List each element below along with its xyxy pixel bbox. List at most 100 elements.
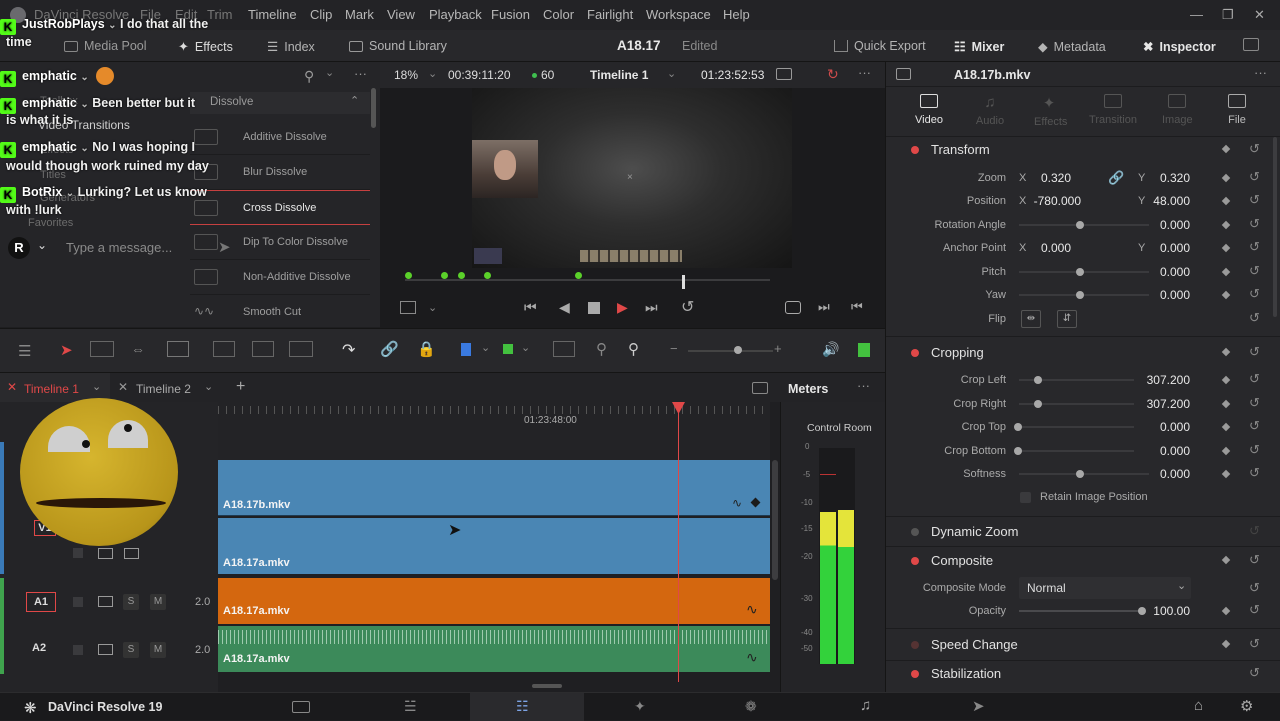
link-icon[interactable]: 🔗 xyxy=(1108,170,1124,186)
fullscreen-icon[interactable] xyxy=(1243,38,1259,51)
minimize-icon[interactable]: — xyxy=(1190,7,1203,22)
reset-icon[interactable]: ↺ xyxy=(1249,636,1260,652)
section-title-transform[interactable]: Transform xyxy=(931,142,990,157)
slider-handle[interactable] xyxy=(1014,447,1022,455)
section-title-stabilization[interactable]: Stabilization xyxy=(931,666,1001,681)
viewer-mode-icon[interactable] xyxy=(776,68,792,80)
cut-page-icon[interactable]: ☱ xyxy=(404,698,417,715)
slider-handle[interactable] xyxy=(734,346,742,354)
keyframe-icon[interactable] xyxy=(1221,375,1231,385)
flip-vertical-icon[interactable]: ⇵ xyxy=(1057,310,1077,328)
composite-enable-toggle[interactable] xyxy=(911,557,919,565)
keyframe-icon[interactable] xyxy=(1221,347,1231,357)
metadata-button[interactable]: ◆ Metadata xyxy=(1038,39,1106,55)
transition-item-non-additive-dissolve[interactable]: Non-Additive Dissolve xyxy=(190,260,370,295)
reset-icon[interactable]: ↺ xyxy=(1249,310,1260,326)
overwrite-clip-icon[interactable] xyxy=(252,341,274,357)
viewer-crop-icon[interactable] xyxy=(400,301,416,314)
chat-user-avatar[interactable]: R xyxy=(8,237,30,259)
solo-button[interactable]: S xyxy=(123,642,139,658)
pitch-slider[interactable] xyxy=(1019,271,1149,273)
marker-green[interactable] xyxy=(441,272,448,279)
menu-fusion[interactable]: Fusion xyxy=(491,7,530,22)
yaw-field[interactable]: 0.000 xyxy=(1140,288,1190,302)
chevron-down-icon[interactable]: ⌄ xyxy=(667,67,676,80)
speaker-icon[interactable]: 🔊 xyxy=(822,341,839,358)
reset-icon[interactable]: ↺ xyxy=(1249,665,1260,681)
slider-handle[interactable] xyxy=(1076,291,1084,299)
video-clip-v2[interactable] xyxy=(218,460,770,516)
stabilization-toggle[interactable] xyxy=(911,670,919,678)
audio-meter-icon[interactable] xyxy=(858,343,870,357)
tab-image[interactable]: Image xyxy=(1162,94,1193,126)
reset-icon[interactable]: ↺ xyxy=(1249,239,1260,255)
section-title-dynamic-zoom[interactable]: Dynamic Zoom xyxy=(931,524,1018,539)
composite-mode-select[interactable]: Normal ⌄ xyxy=(1019,577,1191,599)
quick-export-button[interactable]: Quick Export xyxy=(834,39,926,53)
transition-item-cross-dissolve[interactable]: Cross Dissolve xyxy=(190,190,370,225)
tab-file[interactable]: File xyxy=(1222,94,1252,126)
section-title-cropping[interactable]: Cropping xyxy=(931,345,984,360)
reset-icon[interactable]: ↺ xyxy=(1249,395,1260,411)
selection-tool-icon[interactable]: ➤ xyxy=(60,341,73,359)
auto-track-icon[interactable] xyxy=(98,644,113,655)
mute-button[interactable]: M xyxy=(150,642,166,658)
keyframe-icon[interactable] xyxy=(1221,555,1231,565)
mute-button[interactable]: M xyxy=(150,594,166,610)
chevron-down-icon[interactable]: ⌄ xyxy=(428,301,437,314)
reset-icon[interactable]: ↺ xyxy=(1249,552,1260,568)
menu-clip[interactable]: Clip xyxy=(310,7,332,22)
mixer-button[interactable]: ☷ Mixer xyxy=(954,39,1004,55)
slider-handle[interactable] xyxy=(1014,423,1022,431)
crop-right-field[interactable]: 307.200 xyxy=(1140,397,1190,411)
reset-icon[interactable]: ↺ xyxy=(1249,418,1260,434)
timeline-options-icon[interactable]: ☰ xyxy=(18,342,31,360)
keyframe-icon[interactable] xyxy=(1221,220,1231,230)
timeline-horizontal-scrollbar[interactable] xyxy=(532,684,562,688)
cropping-enable-toggle[interactable] xyxy=(911,349,919,357)
edit-page-tab[interactable]: ☷ xyxy=(470,693,584,721)
yaw-slider[interactable] xyxy=(1019,294,1149,296)
reset-icon[interactable]: ↺ xyxy=(1249,465,1260,481)
replace-clip-icon[interactable] xyxy=(289,341,313,357)
timeline-view-icon[interactable] xyxy=(752,382,768,394)
reset-icon[interactable]: ↺ xyxy=(1249,216,1260,232)
media-pool-button[interactable]: Media Pool xyxy=(64,39,147,53)
keyframe-icon[interactable] xyxy=(1221,243,1231,253)
restore-icon[interactable]: ❐ xyxy=(1222,7,1234,23)
more-options-icon[interactable]: ··· xyxy=(858,65,871,80)
zoom-custom-icon[interactable]: ⚲ xyxy=(628,340,639,358)
close-icon[interactable]: ✕ xyxy=(7,380,17,394)
inspector-layout-icon[interactable] xyxy=(896,68,911,80)
close-icon[interactable]: ✕ xyxy=(1254,7,1265,23)
timeline-zoom-slider[interactable] xyxy=(688,350,773,352)
flag-icon[interactable] xyxy=(461,343,471,356)
keyframe-icon[interactable] xyxy=(1221,639,1231,649)
sidebar-item-favorites[interactable]: Favorites xyxy=(28,217,73,229)
home-icon[interactable]: ⌂ xyxy=(1194,697,1203,714)
menu-view[interactable]: View xyxy=(387,7,415,22)
menu-timeline[interactable]: Timeline xyxy=(248,7,297,22)
play-icon[interactable]: ▶ xyxy=(617,299,628,316)
section-title-speed-change[interactable]: Speed Change xyxy=(931,637,1018,652)
inspector-scrollbar[interactable] xyxy=(1273,137,1277,317)
section-title-composite[interactable]: Composite xyxy=(931,553,993,568)
crop-bottom-slider[interactable] xyxy=(1019,450,1134,452)
track-lock-icon[interactable] xyxy=(73,645,83,655)
tab-video[interactable]: Video xyxy=(914,94,944,126)
snapping-icon[interactable]: ↷ xyxy=(342,340,355,360)
crop-top-field[interactable]: 0.000 xyxy=(1140,420,1190,434)
more-options-icon[interactable]: ··· xyxy=(857,378,870,393)
previous-edit-icon[interactable]: ⏮ xyxy=(851,299,863,315)
viewer-timeline-name[interactable]: Timeline 1 xyxy=(590,68,648,82)
inspector-button[interactable]: ✖ Inspector xyxy=(1143,39,1216,55)
reset-icon[interactable]: ↺ xyxy=(1249,371,1260,387)
keyframe-icon[interactable] xyxy=(1221,290,1231,300)
fusion-page-icon[interactable]: ✦ xyxy=(634,698,646,715)
menu-help[interactable]: Help xyxy=(723,7,750,22)
dynamic-zoom-toggle[interactable] xyxy=(911,528,919,536)
effects-button[interactable]: ✦ Effects xyxy=(178,39,233,55)
auto-track-icon[interactable] xyxy=(98,548,113,559)
reset-icon[interactable]: ↺ xyxy=(1249,523,1260,539)
keyframe-icon[interactable] xyxy=(1221,422,1231,432)
